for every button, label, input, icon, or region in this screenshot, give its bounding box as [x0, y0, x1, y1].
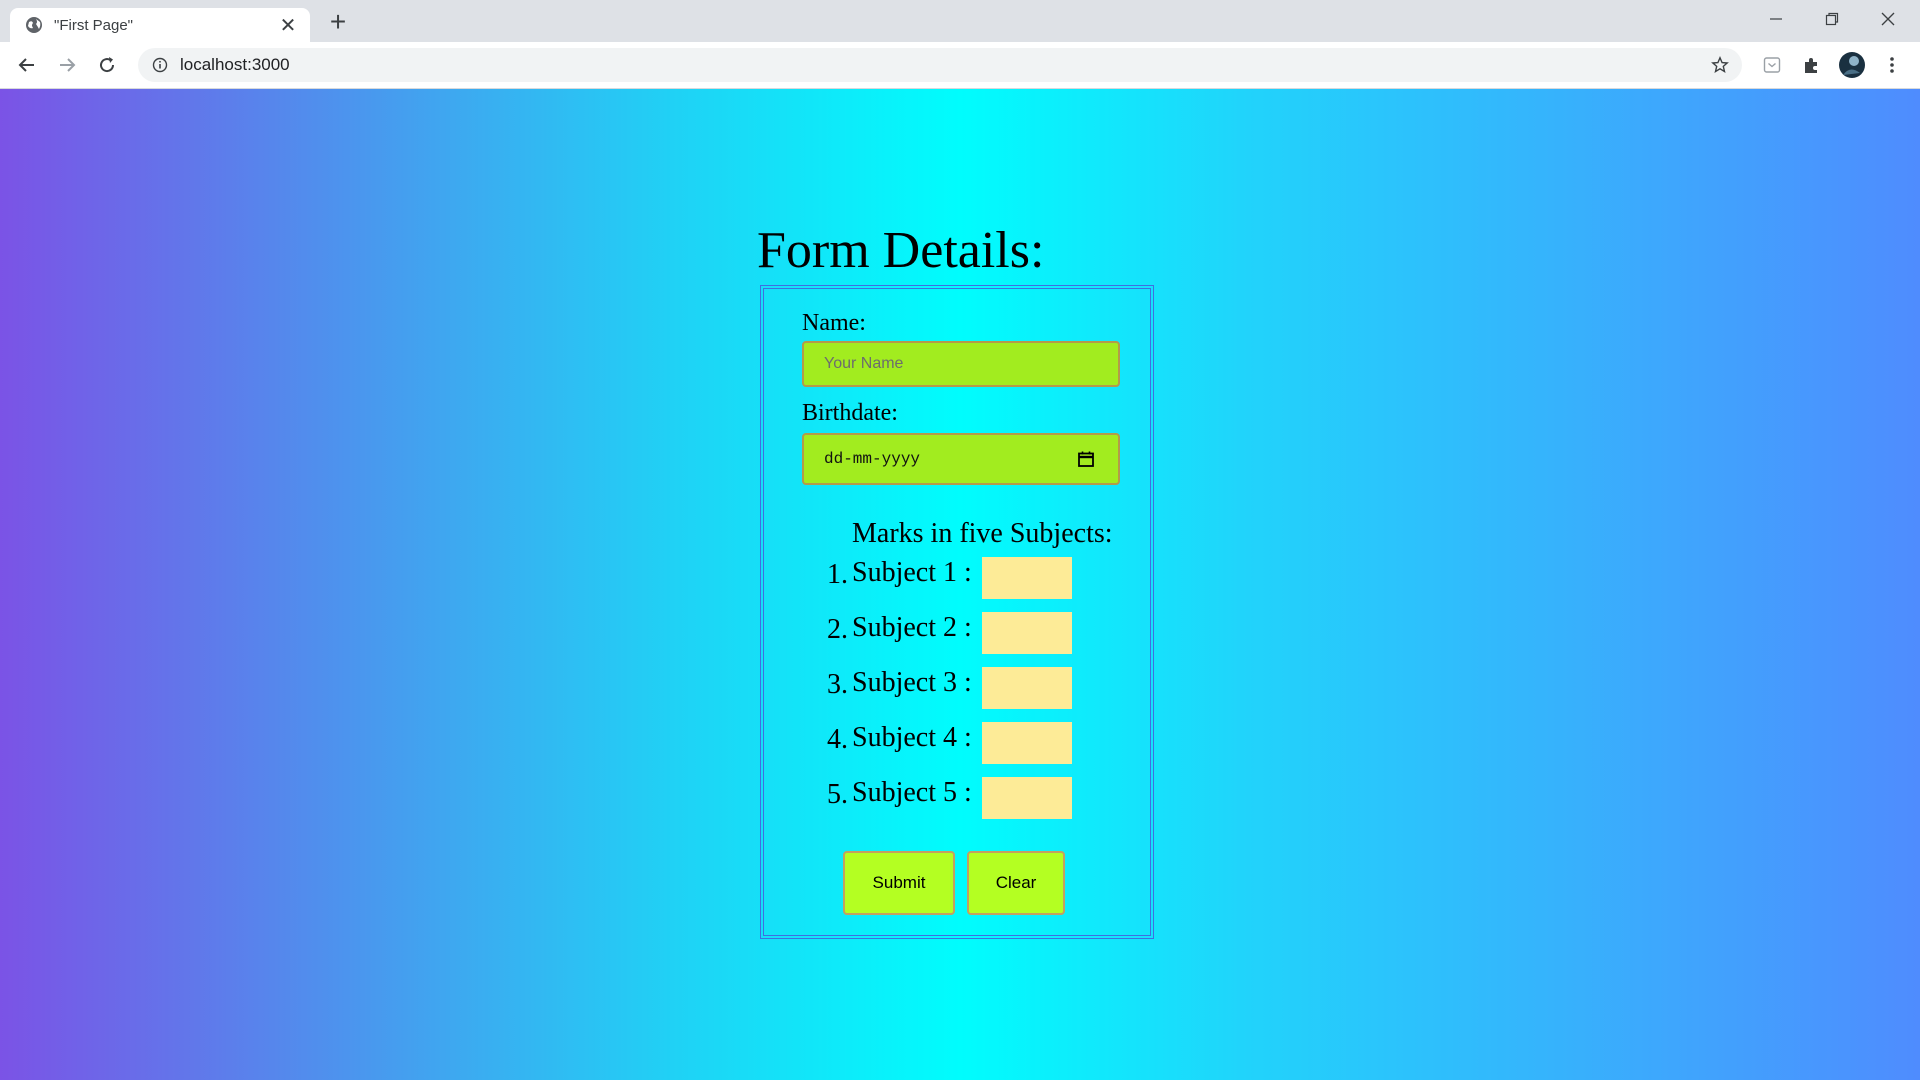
subject-1-input[interactable] — [982, 557, 1072, 599]
marks-heading: Marks in five Subjects: — [852, 518, 1113, 549]
reload-icon[interactable] — [92, 50, 122, 80]
browser-tab[interactable]: "First Page" ✕ — [10, 8, 310, 42]
subject-4-input[interactable] — [982, 722, 1072, 764]
address-bar[interactable]: localhost:3000 — [138, 48, 1742, 82]
subject-2-input[interactable] — [982, 612, 1072, 654]
subject-row: 4. Subject 4 : — [764, 722, 1154, 766]
page-title: Form Details: — [757, 222, 1045, 279]
subject-number: 2. — [827, 614, 848, 645]
url-text: localhost:3000 — [180, 55, 290, 74]
subject-label: Subject 1 : — [852, 557, 972, 588]
subject-label: Subject 2 : — [852, 612, 972, 643]
clear-button[interactable]: Clear — [967, 851, 1065, 915]
browser-toolbar: localhost:3000 — [0, 42, 1920, 89]
forward-arrow-icon[interactable] — [52, 50, 82, 80]
page-viewport: Form Details: Name: Birthdate: dd-mm-yyy… — [0, 89, 1920, 1080]
subject-label: Subject 3 : — [852, 667, 972, 698]
tab-title: "First Page" — [54, 16, 134, 34]
subject-number: 5. — [827, 779, 848, 810]
subject-row: 3. Subject 3 : — [764, 667, 1154, 711]
extensions-puzzle-icon[interactable] — [1800, 53, 1824, 77]
birthdate-placeholder: dd-mm-yyyy — [824, 450, 921, 468]
name-label: Name: — [802, 310, 866, 336]
subject-label: Subject 5 : — [852, 777, 972, 808]
star-icon[interactable] — [1710, 55, 1730, 75]
window-close-icon[interactable] — [1860, 0, 1916, 38]
submit-button[interactable]: Submit — [843, 851, 955, 915]
subject-number: 3. — [827, 669, 848, 700]
restore-icon[interactable] — [1804, 0, 1860, 38]
info-icon[interactable] — [150, 55, 170, 75]
minimize-icon[interactable] — [1748, 0, 1804, 38]
globe-icon — [24, 15, 44, 35]
subject-row: 5. Subject 5 : — [764, 777, 1154, 821]
subject-number: 4. — [827, 724, 848, 755]
close-icon[interactable]: ✕ — [276, 13, 300, 37]
kebab-menu-icon[interactable] — [1880, 53, 1904, 77]
birthdate-label: Birthdate: — [802, 400, 898, 426]
subject-number: 1. — [827, 559, 848, 590]
subject-row: 2. Subject 2 : — [764, 612, 1154, 656]
tab-strip: "First Page" ✕ + — [0, 0, 1920, 42]
subject-row: 1. Subject 1 : — [764, 557, 1154, 601]
profile-avatar-icon[interactable] — [1838, 51, 1866, 79]
name-input[interactable] — [802, 341, 1120, 387]
subject-3-input[interactable] — [982, 667, 1072, 709]
details-form: Name: Birthdate: dd-mm-yyyy Marks in fiv… — [760, 285, 1154, 939]
calendar-icon[interactable] — [1076, 449, 1096, 469]
back-arrow-icon[interactable] — [12, 50, 42, 80]
plus-icon[interactable]: + — [324, 8, 352, 36]
subject-5-input[interactable] — [982, 777, 1072, 819]
pocket-icon[interactable] — [1760, 53, 1784, 77]
birthdate-input[interactable]: dd-mm-yyyy — [802, 433, 1120, 485]
subject-label: Subject 4 : — [852, 722, 972, 753]
